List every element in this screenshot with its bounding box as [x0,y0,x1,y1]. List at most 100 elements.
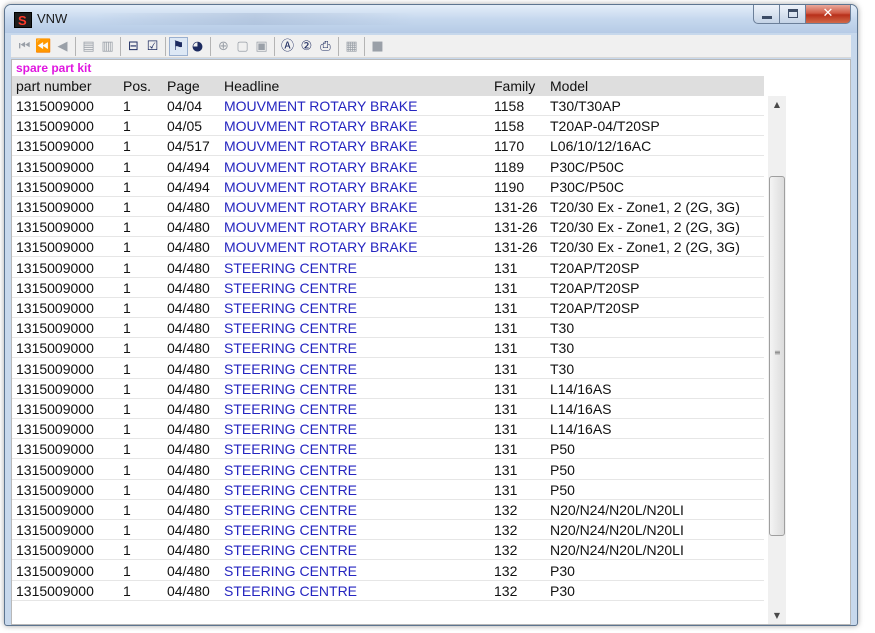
headline-cell: MOUVMENT ROTARY BRAKE [224,199,418,215]
model-cell: P50 [550,461,575,478]
model-cell: L06/10/12/16AC [550,138,652,155]
pos-cell: 1 [123,522,131,539]
table-row[interactable]: 1315009000 1 04/480 STEERING CENTRE 131 T20AP… [12,298,764,318]
headline-cell: STEERING CENTRE [224,380,358,397]
app-logo-icon[interactable]: S [14,12,32,28]
table-row[interactable]: 1315009000 1 04/480 STEERING CENTRE 131 P50 [12,460,764,480]
table-row[interactable]: 1315009000 1 04/480 STEERING CENTRE 131 L14/1… [12,419,764,440]
column-header-family[interactable]: Family [494,76,535,96]
circle-a-icon[interactable]: Ⓐ [278,37,297,56]
family-cell: 1189 [494,158,525,175]
title-bar[interactable]: S VNW ✕ [5,5,857,33]
page-cell: 04/480 [167,542,210,559]
headline-cell: MOUVMENT ROTARY BRAKE [224,239,418,256]
toolbar-separator [210,37,211,56]
minimize-button[interactable] [753,5,780,24]
table-row[interactable]: 1315009000 1 04/480 MOUVMENT ROTARY BRAKE 13… [12,217,764,238]
headline-cell: STEERING CENTRE [224,441,358,458]
import-icon[interactable]: ▥ [98,37,117,56]
previous-record-icon[interactable]: ◀ [53,37,72,56]
cart-icon[interactable]: ⊟ [124,37,143,56]
table-row[interactable]: 1315009000 1 04/480 STEERING CENTRE 131 L14/1… [12,399,764,419]
headline-cell: MOUVMENT ROTARY BRAKE [224,158,418,175]
page-cell: 04/480 [167,239,210,256]
pos-cell: 1 [123,118,131,135]
headline-cell: MOUVMENT ROTARY BRAKE [224,118,418,135]
part-number-cell: 1315009000 [16,320,94,337]
scroll-thumb[interactable]: ≡ [769,176,785,536]
table-row[interactable]: 1315009000 1 04/480 STEERING CENTRE 132 P30 [12,561,764,581]
toolbar-separator [120,37,121,56]
page-cell: 04/494 [167,158,210,175]
export-icon[interactable]: ▤ [79,37,98,56]
table-row[interactable]: 1315009000 1 04/480 STEERING CENTRE 132 N20/N… [12,540,764,561]
previous-page-icon[interactable]: ⏪ [34,37,53,56]
column-header-headline[interactable]: Headline [224,76,279,96]
scroll-down-icon[interactable]: ▼ [768,607,786,624]
page-icon[interactable]: ▢ [233,37,252,56]
table-row[interactable]: 1315009000 1 04/517 MOUVMENT ROTARY BRAKE 11… [12,136,764,157]
table-row[interactable]: 1315009000 1 04/480 STEERING CENTRE 132 N20/N… [12,520,764,541]
page-cell: 04/480 [167,582,210,599]
part-number-cell: 1315009000 [16,239,94,256]
part-number-cell: 1315009000 [16,340,94,357]
page-cell: 04/480 [167,481,210,498]
family-cell: 131 [494,441,518,458]
table-row[interactable]: 1315009000 1 04/480 STEERING CENTRE 131 T20AP… [12,278,764,298]
table-row[interactable]: 1315009000 1 04/05 MOUVMENT ROTARY BRAKE 115… [12,116,764,137]
table-row[interactable]: 1315009000 1 04/480 STEERING CENTRE 132 P30 [12,581,764,601]
table-row[interactable]: 1315009000 1 04/480 STEERING CENTRE 131 T30 [12,338,764,359]
table-row[interactable]: 1315009000 1 04/480 STEERING CENTRE 131 P50 [12,480,764,500]
print-preview-icon[interactable]: ▣ [252,37,271,56]
part-number-cell: 1315009000 [16,421,94,438]
notes-icon[interactable]: ▦ [342,37,361,56]
printer-icon[interactable]: ⎙ [316,37,335,56]
filter-icon[interactable]: ⚑ [169,37,188,56]
column-header-part-number[interactable]: part number [16,76,91,96]
table-row[interactable]: 1315009000 1 04/480 STEERING CENTRE 131 L14/1… [12,379,764,399]
headline-cell: STEERING CENTRE [224,562,358,579]
pos-cell: 1 [123,360,131,377]
chart-icon[interactable]: ◕ [188,37,207,56]
table-row[interactable]: 1315009000 1 04/494 MOUVMENT ROTARY BRAKE 11… [12,177,764,197]
table-row[interactable]: 1315009000 1 04/480 MOUVMENT ROTARY BRAKE 13… [12,197,764,217]
family-cell: 131-26 [494,219,538,236]
table-row[interactable]: 1315009000 1 04/494 MOUVMENT ROTARY BRAKE 11… [12,157,764,177]
family-cell: 131 [494,340,518,357]
table-row[interactable]: 1315009000 1 04/480 STEERING CENTRE 131 T20AP… [12,258,764,278]
model-cell: T30 [550,340,575,357]
first-record-icon[interactable]: ⏮ [15,37,34,56]
stop-icon[interactable]: ■ [368,37,387,56]
part-number-cell: 1315009000 [16,158,94,175]
toolbar: ⏮ ⏪ ◀ ▤ ▥ ⊟ ☑ ⚑ ◕ ⊕ ▢ ▣ Ⓐ ② ⎙ ▦ ■ [11,35,851,58]
checklist-icon[interactable]: ☑ [143,37,162,56]
headline-cell: STEERING CENTRE [224,259,358,276]
table-row[interactable]: 1315009000 1 04/480 STEERING CENTRE 131 P50 [12,439,764,460]
page-cell: 04/494 [167,178,210,195]
pos-cell: 1 [123,421,131,438]
pos-cell: 1 [123,98,131,114]
table-row[interactable]: 1315009000 1 04/480 STEERING CENTRE 131 T30 [12,318,764,339]
column-header-pos[interactable]: Pos. [123,76,151,96]
model-cell: T20AP/T20SP [550,300,640,316]
maximize-button[interactable] [780,5,806,24]
pos-cell: 1 [123,239,131,256]
vertical-scrollbar[interactable]: ▲ ≡ ▼ [768,96,786,624]
zoom-icon[interactable]: ⊕ [214,37,233,56]
table-row[interactable]: 1315009000 1 04/480 STEERING CENTRE 132 N20/N… [12,500,764,520]
page-cell: 04/480 [167,502,210,518]
pos-cell: 1 [123,380,131,397]
column-header-page[interactable]: Page [167,76,200,96]
pos-cell: 1 [123,542,131,559]
circle-2-icon[interactable]: ② [297,37,316,56]
table-row[interactable]: 1315009000 1 04/04 MOUVMENT ROTARY BRAKE 115… [12,96,764,116]
family-cell: 131 [494,481,518,498]
scroll-up-icon[interactable]: ▲ [768,96,786,113]
close-button[interactable]: ✕ [806,5,851,24]
table-row[interactable]: 1315009000 1 04/480 MOUVMENT ROTARY BRAKE 13… [12,237,764,258]
family-cell: 131 [494,401,518,417]
family-cell: 1158 [494,98,525,114]
family-cell: 1158 [494,118,525,135]
column-header-model[interactable]: Model [550,76,588,96]
table-row[interactable]: 1315009000 1 04/480 STEERING CENTRE 131 T30 [12,359,764,379]
